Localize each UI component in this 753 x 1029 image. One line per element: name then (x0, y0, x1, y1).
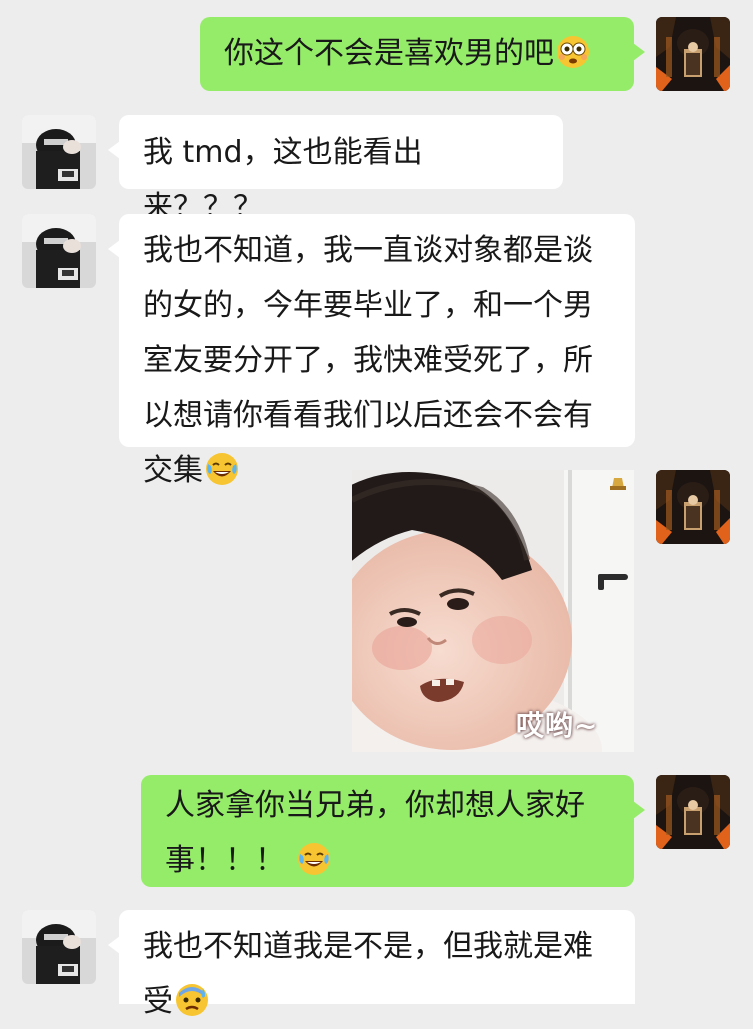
anxious-sweat-emoji (175, 983, 209, 1017)
flushed-face-emoji (556, 35, 590, 69)
my-avatar[interactable] (656, 470, 730, 544)
message-bubble-received[interactable]: 我也不知道我是不是，但我就是难 受 (108, 910, 635, 1019)
contact-avatar[interactable] (22, 910, 96, 984)
contact-avatar[interactable] (22, 214, 96, 288)
message-line: 交集 (143, 453, 203, 488)
message-text: 你这个不会是喜欢男的吧 (224, 36, 554, 71)
tears-of-joy-emoji (205, 452, 239, 486)
message-line: 的女的，今年要毕业了，和一个男 (143, 288, 593, 323)
message-line: 我也不知道，我一直谈对象都是谈 (143, 233, 593, 268)
message-line: 受 (143, 984, 173, 1019)
message-line: 以想请你看看我们以后还会不会有 (143, 398, 593, 433)
message-bubble-sent[interactable]: 人家拿你当兄弟，你却想人家好 事！！！ (141, 775, 645, 887)
message-line: 室友要分开了，我快难受死了，所 (143, 343, 593, 378)
contact-avatar[interactable] (22, 115, 96, 189)
message-bubble-received[interactable]: 我 tmd，这也能看出来？？？ (108, 115, 563, 225)
tears-of-joy-emoji (297, 842, 331, 876)
my-avatar[interactable] (656, 775, 730, 849)
message-bubble-sent[interactable]: 你这个不会是喜欢男的吧 (200, 17, 645, 91)
my-avatar[interactable] (656, 17, 730, 91)
message-line: 事！！！ (165, 843, 285, 878)
message-line: 我也不知道我是不是，但我就是难 (143, 929, 593, 964)
baby-face-sticker[interactable]: 哎哟~ (352, 470, 634, 752)
message-line: 人家拿你当兄弟，你却想人家好 (165, 788, 585, 823)
message-text: 我 tmd，这也能看出来？？？ (143, 135, 423, 225)
sticker-caption: 哎哟~ (516, 709, 599, 742)
message-bubble-received[interactable]: 我也不知道，我一直谈对象都是谈 的女的，今年要毕业了，和一个男 室友要分开了，我… (108, 214, 635, 488)
